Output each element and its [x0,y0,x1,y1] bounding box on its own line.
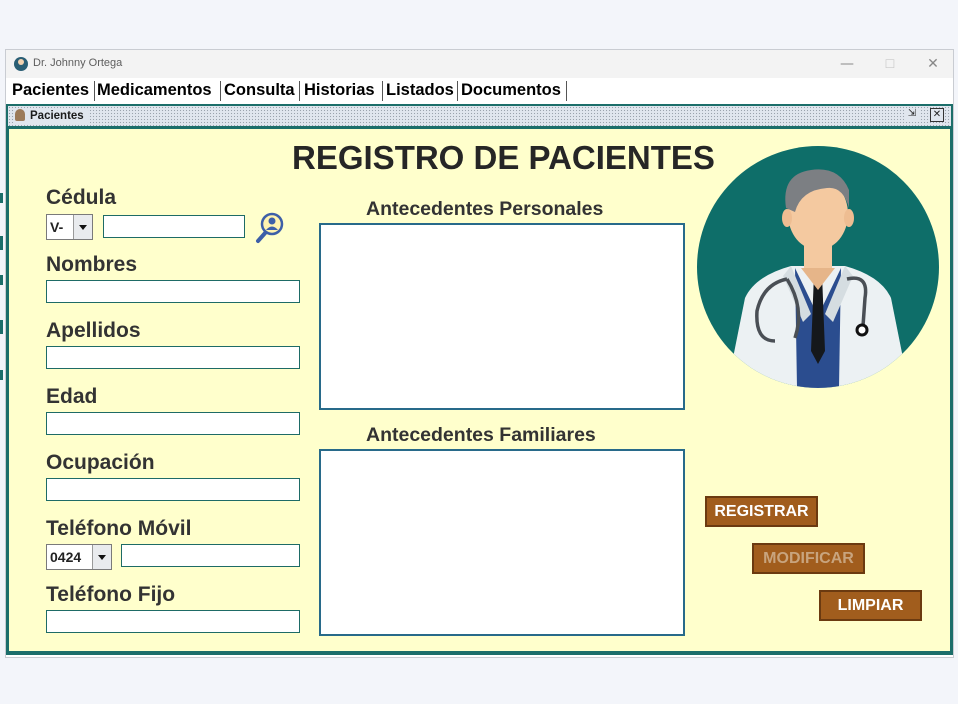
minimize-button[interactable]: — [825,53,869,75]
internal-frame-title: Pacientes [15,109,88,124]
nombres-label: Nombres [46,253,138,276]
edge-decoration [0,193,3,203]
menu-historias[interactable]: Historias [304,81,375,100]
internal-frame-title-bar[interactable]: Pacientes ⇲ ✕ [8,106,951,126]
menu-pacientes[interactable]: Pacientes [12,81,89,100]
antecedentes-personales-label: Antecedentes Personales [366,198,604,220]
limpiar-label: LIMPIAR [837,597,904,614]
close-button[interactable]: ✕ [911,53,955,75]
antecedentes-familiares-textarea[interactable] [319,449,685,636]
apellidos-label: Apellidos [46,319,141,342]
internal-frame-minimize-button[interactable]: ⇲ [905,108,919,122]
antecedentes-personales-textarea[interactable] [319,223,685,410]
internal-frame-close-button[interactable]: ✕ [930,108,944,122]
telefono-fijo-input[interactable] [46,610,300,633]
telefono-fijo-label: Teléfono Fijo [46,583,176,606]
limpiar-button[interactable]: LIMPIAR [819,590,922,621]
edad-input[interactable] [46,412,300,435]
menu-consulta[interactable]: Consulta [224,81,295,100]
edad-label: Edad [46,385,98,408]
patient-form-panel: REGISTRO DE PACIENTES Cédula V- Nombres … [9,129,950,651]
registrar-button[interactable]: REGISTRAR [705,496,818,527]
telefono-movil-prefix-value: 0424 [50,549,82,565]
cedula-prefix-value: V- [50,219,64,235]
edge-decoration [0,275,3,285]
apellidos-input[interactable] [46,346,300,369]
telefono-movil-input[interactable] [121,544,300,567]
menu-separator [457,81,458,101]
menu-medicamentos[interactable]: Medicamentos [97,81,212,100]
page-title: REGISTRO DE PACIENTES [292,139,715,176]
internal-frame-title-text: Pacientes [30,110,84,122]
menu-separator [220,81,221,101]
maximize-button[interactable]: ☐ [868,53,912,75]
telefono-movil-prefix-select[interactable]: 0424 [46,544,112,570]
menu-bar: Pacientes Medicamentos Consulta Historia… [6,78,953,104]
chevron-down-icon[interactable] [73,215,92,239]
doctor-avatar-icon [14,57,28,71]
search-patient-icon[interactable] [255,212,285,244]
cedula-label: Cédula [46,186,117,209]
patient-icon [15,109,25,121]
nombres-input[interactable] [46,280,300,303]
window-title: Dr. Johnny Ortega [33,57,123,69]
application-window: Dr. Johnny Ortega — ☐ ✕ Pacientes Medica… [5,49,954,658]
antecedentes-familiares-label: Antecedentes Familiares [366,424,596,446]
menu-separator [299,81,300,101]
menu-separator [382,81,383,101]
doctor-illustration [697,146,939,388]
menu-separator [566,81,567,101]
registrar-label: REGISTRAR [714,503,809,520]
cedula-prefix-select[interactable]: V- [46,214,93,240]
cedula-input[interactable] [103,215,245,238]
edge-decoration [0,370,3,380]
pacientes-internal-frame: Pacientes ⇲ ✕ REGISTRO DE PACIENTES Cédu… [6,104,953,655]
menu-listados[interactable]: Listados [386,81,454,100]
modificar-label: MODIFICAR [763,550,854,567]
telefono-movil-label: Teléfono Móvil [46,517,192,540]
title-bar: Dr. Johnny Ortega — ☐ ✕ [6,50,953,78]
menu-documentos[interactable]: Documentos [461,81,561,100]
ocupacion-input[interactable] [46,478,300,501]
edge-decoration [0,236,3,250]
menu-separator [94,81,95,101]
chevron-down-icon[interactable] [92,545,111,569]
edge-decoration [0,320,3,334]
ocupacion-label: Ocupación [46,451,155,474]
modificar-button[interactable]: MODIFICAR [752,543,865,574]
